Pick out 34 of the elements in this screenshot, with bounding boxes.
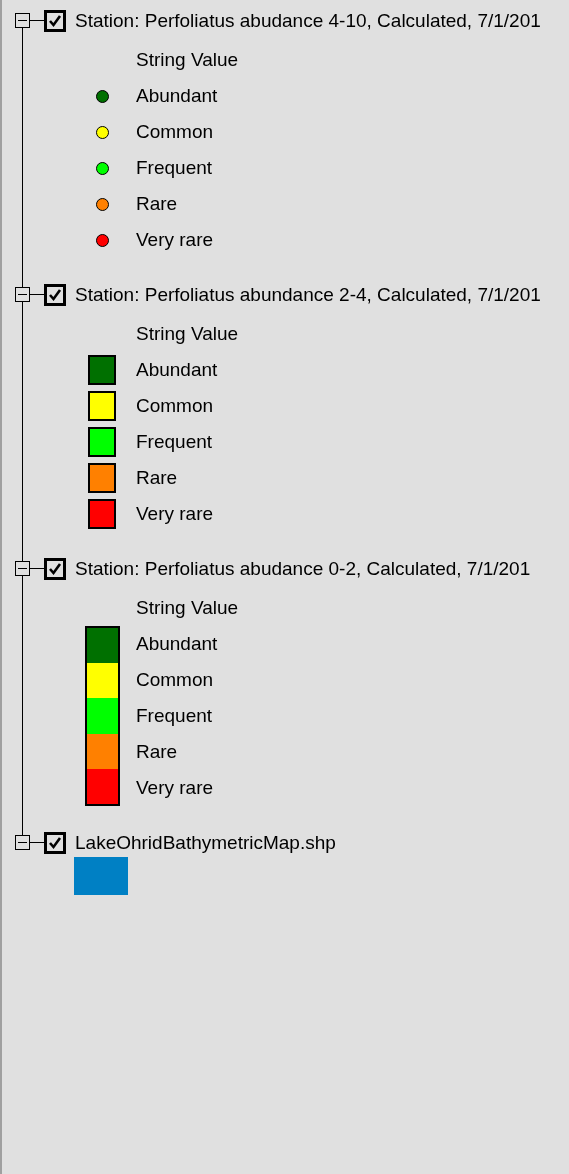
legend-label: Common bbox=[136, 395, 215, 417]
legend-label: Frequent bbox=[136, 705, 214, 727]
legend-label: Abundant bbox=[136, 633, 219, 655]
collapse-button[interactable] bbox=[15, 835, 30, 850]
layer-title[interactable]: Station: Perfoliatus abundance 2-4, Calculated, 7/1/201 bbox=[75, 283, 541, 306]
legend-label: Common bbox=[136, 121, 215, 143]
check-icon bbox=[48, 835, 62, 850]
collapse-button[interactable] bbox=[15, 287, 30, 302]
check-icon bbox=[48, 13, 62, 28]
legend-label: Abundant bbox=[136, 85, 219, 107]
legend-label: Frequent bbox=[136, 431, 214, 453]
legend-label: Very rare bbox=[136, 503, 215, 525]
legend-label: Abundant bbox=[136, 359, 219, 381]
legend-label: Very rare bbox=[136, 229, 215, 251]
layer-title[interactable]: Station: Perfoliatus abudance 0-2, Calculated, 7/1/201 bbox=[75, 557, 531, 580]
layer-title[interactable]: LakeOhridBathymetricMap.shp bbox=[75, 831, 336, 854]
legend-label: Rare bbox=[136, 741, 179, 763]
legend-label: Frequent bbox=[136, 157, 214, 179]
layer-checkbox[interactable] bbox=[44, 283, 66, 306]
legend-label: Common bbox=[136, 669, 215, 691]
legend-heading: String Value bbox=[136, 597, 239, 619]
layer-checkbox[interactable] bbox=[44, 9, 66, 32]
collapse-button[interactable] bbox=[15, 13, 30, 28]
legend-heading: String Value bbox=[136, 323, 239, 345]
layer-checkbox[interactable] bbox=[44, 831, 66, 854]
check-icon bbox=[48, 561, 62, 576]
legend-label: Rare bbox=[136, 467, 179, 489]
layer-checkbox[interactable] bbox=[44, 557, 66, 580]
legend-label: Rare bbox=[136, 193, 179, 215]
layer-title[interactable]: Station: Perfoliatus abudance 4-10, Calculated, 7/1/201 bbox=[75, 9, 541, 32]
collapse-button[interactable] bbox=[15, 561, 30, 576]
legend-label: Very rare bbox=[136, 777, 215, 799]
legend-heading: String Value bbox=[136, 49, 239, 71]
check-icon bbox=[48, 287, 62, 302]
